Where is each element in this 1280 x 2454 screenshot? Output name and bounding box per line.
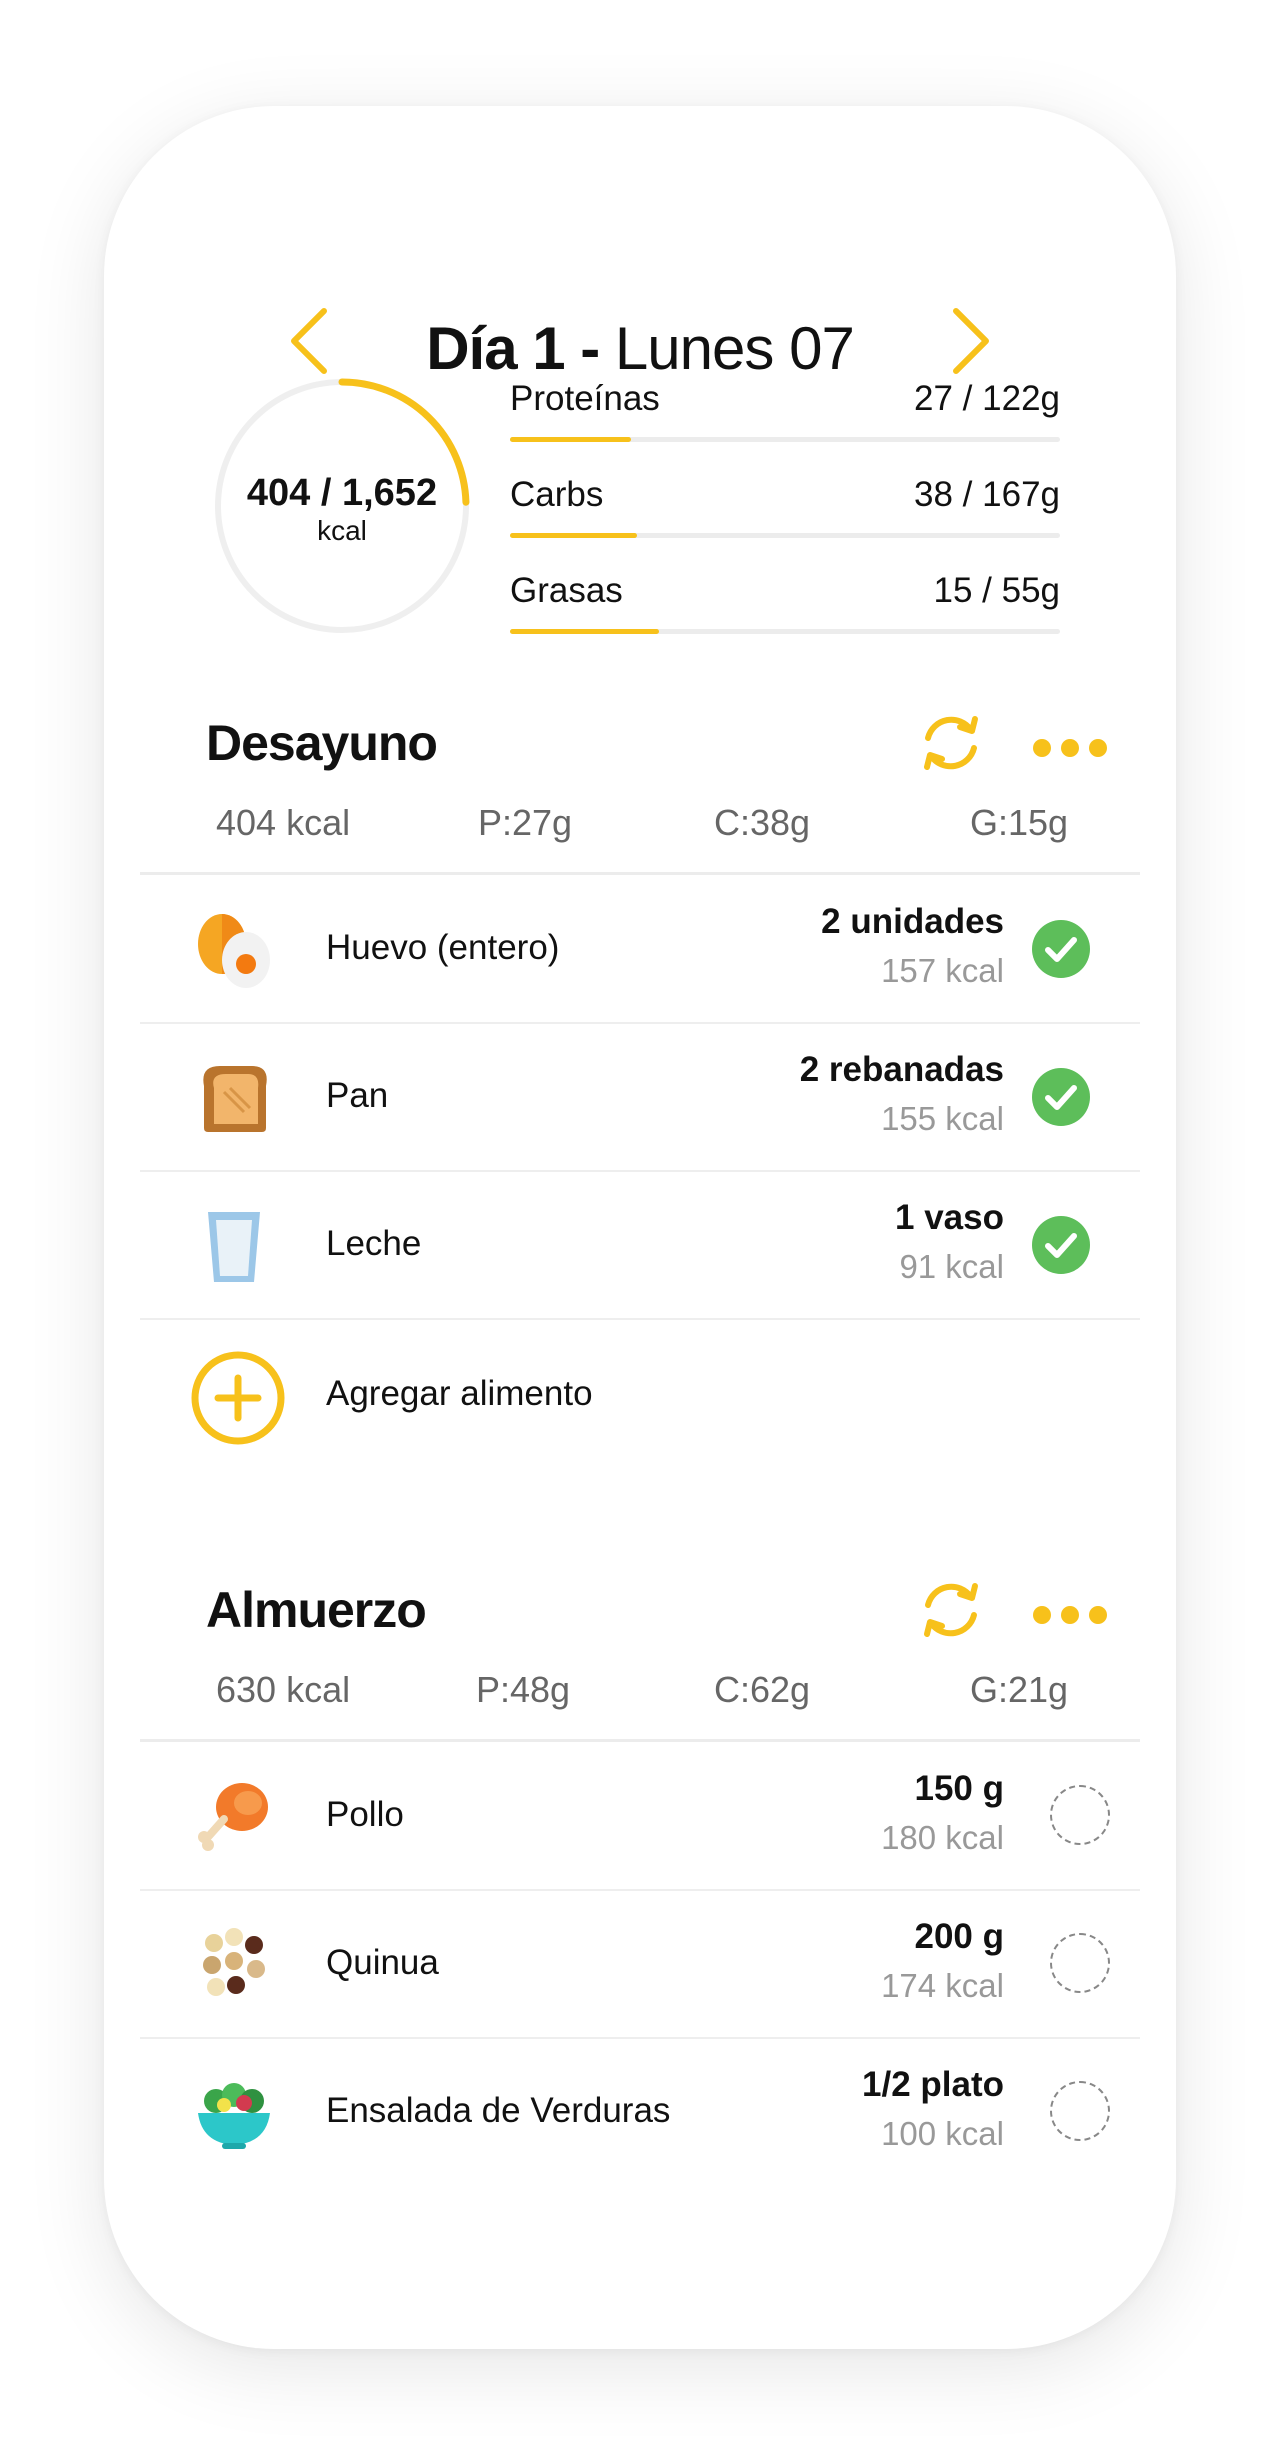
unchecked-circle-icon[interactable]	[1050, 1933, 1110, 1993]
food-name: Ensalada de Verduras	[326, 2091, 671, 2130]
checkmark-icon[interactable]	[1032, 1216, 1090, 1274]
unchecked-circle-icon[interactable]	[1050, 2081, 1110, 2141]
macro-value: 15 / 55g	[933, 571, 1061, 610]
meal-fat: G:21g	[970, 1669, 1069, 1710]
food-row[interactable]: Leche 1 vaso 91 kcal	[140, 1170, 1140, 1320]
food-quantity: 2 unidades	[821, 902, 1004, 941]
food-name: Leche	[326, 1224, 422, 1263]
meal-options-button[interactable]	[1030, 1595, 1110, 1635]
macro-value: 27 / 122g	[914, 379, 1060, 418]
checkmark-icon[interactable]	[1032, 1068, 1090, 1126]
food-row[interactable]: Ensalada de Verduras 1/2 plato 100 kcal	[140, 2037, 1140, 2185]
meal-section-desayuno: Desayuno 404 kcal P:27g C:38g G:15g Huev…	[140, 714, 1140, 1574]
bread-icon	[203, 1066, 267, 1132]
add-food-button[interactable]: Agregar alimento	[140, 1318, 1140, 1468]
macro-name: Carbs	[510, 475, 604, 514]
food-name: Huevo (entero)	[326, 928, 560, 967]
food-quantity: 200 g	[914, 1917, 1005, 1956]
meal-fat: G:15g	[970, 802, 1069, 843]
food-row[interactable]: Quinua 200 g 174 kcal	[140, 1889, 1140, 2039]
food-kcal: 180 kcal	[881, 1819, 1004, 1856]
refresh-icon	[924, 716, 978, 770]
macro-name: Grasas	[510, 571, 623, 610]
food-name: Pollo	[326, 1795, 404, 1834]
food-kcal: 100 kcal	[881, 2115, 1004, 2152]
swap-meal-button[interactable]	[916, 1575, 986, 1645]
macro-list: Proteínas 27 / 122g Carbs 38 / 167g Gras…	[510, 371, 1060, 659]
swap-meal-button[interactable]	[916, 708, 986, 778]
food-quantity: 1 vaso	[895, 1198, 1004, 1237]
milk-glass-icon	[208, 1212, 260, 1282]
meal-kcal: 404 kcal	[216, 802, 351, 843]
calorie-value: 404 / 1,652	[246, 472, 438, 514]
food-quantity: 150 g	[914, 1769, 1005, 1808]
plus-circle-icon	[191, 1351, 285, 1445]
food-row[interactable]: Pan 2 rebanadas 155 kcal	[140, 1022, 1140, 1172]
macro-progress-track	[510, 629, 1060, 634]
meal-carbs: C:38g	[714, 802, 811, 843]
macro-name: Proteínas	[510, 379, 660, 418]
food-row[interactable]: Pollo 150 g 180 kcal	[140, 1741, 1140, 1891]
macro-progress-fill	[510, 629, 659, 634]
macro-carbs: Carbs 38 / 167g	[510, 467, 1060, 563]
food-name: Quinua	[326, 1943, 439, 1982]
chicken-leg-icon	[198, 1783, 268, 1851]
food-quantity: 2 rebanadas	[799, 1050, 1004, 1089]
phone-screen: Día 1 - Lunes 07 404 / 1,652 kcal Proteí…	[104, 106, 1176, 2349]
macro-progress-fill	[510, 533, 637, 538]
meal-title: Desayuno	[206, 715, 438, 771]
add-food-label: Agregar alimento	[326, 1374, 593, 1413]
more-dots-icon	[1033, 1606, 1107, 1624]
meal-section-almuerzo: Almuerzo 630 kcal P:48g C:62g G:21g Poll…	[140, 1581, 1140, 2301]
food-kcal: 155 kcal	[881, 1100, 1004, 1137]
more-dots-icon	[1033, 739, 1107, 757]
meal-stats: 404 kcal P:27g C:38g G:15g	[140, 802, 1140, 852]
meal-carbs: C:62g	[714, 1669, 811, 1710]
food-row[interactable]: Huevo (entero) 2 unidades 157 kcal	[140, 874, 1140, 1024]
egg-icon	[198, 914, 270, 988]
macro-protein: Proteínas 27 / 122g	[510, 371, 1060, 467]
macro-progress-track	[510, 533, 1060, 538]
macro-fat: Grasas 15 / 55g	[510, 563, 1060, 659]
macro-progress-track	[510, 437, 1060, 442]
food-name: Pan	[326, 1076, 389, 1115]
refresh-icon	[924, 1583, 978, 1637]
food-kcal: 174 kcal	[881, 1967, 1004, 2004]
unchecked-circle-icon[interactable]	[1050, 1785, 1110, 1845]
meal-protein: P:27g	[478, 802, 573, 843]
food-quantity: 1/2 plato	[862, 2065, 1004, 2104]
macro-value: 38 / 167g	[914, 475, 1060, 514]
quinoa-icon	[203, 1928, 265, 1996]
salad-bowl-icon	[198, 2083, 270, 2149]
macro-progress-fill	[510, 437, 631, 442]
meal-title: Almuerzo	[206, 1582, 427, 1638]
meal-protein: P:48g	[476, 1669, 571, 1710]
food-kcal: 91 kcal	[899, 1248, 1004, 1285]
checkmark-icon[interactable]	[1032, 920, 1090, 978]
calorie-ring: 404 / 1,652 kcal	[212, 376, 472, 636]
meal-stats: 630 kcal P:48g C:62g G:21g	[140, 1669, 1140, 1719]
food-kcal: 157 kcal	[881, 952, 1004, 989]
calorie-unit: kcal	[317, 515, 367, 546]
meal-options-button[interactable]	[1030, 728, 1110, 768]
meal-kcal: 630 kcal	[216, 1669, 351, 1710]
